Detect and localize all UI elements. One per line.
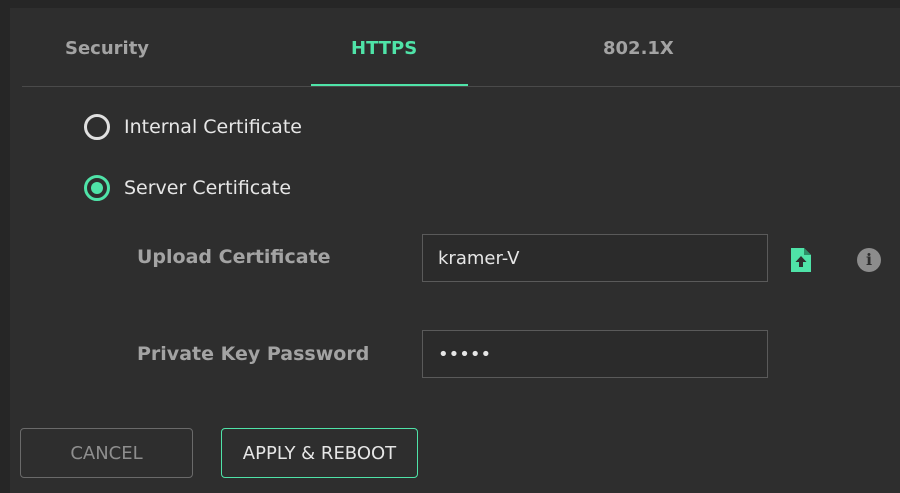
cancel-button[interactable]: CANCEL (20, 428, 193, 478)
private-key-password-label: Private Key Password (137, 343, 370, 365)
apply-reboot-button[interactable]: APPLY & REBOOT (221, 428, 418, 478)
private-key-password-field[interactable] (422, 330, 768, 378)
tab-security[interactable]: Security (65, 38, 149, 59)
tab-8021x[interactable]: 802.1X (603, 38, 674, 59)
internal-certificate-label: Internal Certificate (124, 116, 302, 138)
internal-certificate-radio[interactable] (84, 114, 110, 140)
file-upload-icon[interactable] (789, 247, 813, 273)
tab-https[interactable]: HTTPS (351, 38, 417, 59)
https-settings-panel: Security HTTPS 802.1X Internal Certifica… (10, 8, 900, 493)
tab-divider (22, 86, 900, 87)
upload-certificate-field[interactable] (422, 234, 768, 282)
server-certificate-option[interactable]: Server Certificate (84, 175, 291, 201)
server-certificate-radio[interactable] (84, 175, 110, 201)
upload-certificate-label: Upload Certificate (137, 246, 331, 268)
info-icon[interactable]: i (857, 248, 881, 272)
server-certificate-label: Server Certificate (124, 177, 292, 199)
internal-certificate-option[interactable]: Internal Certificate (84, 114, 302, 140)
